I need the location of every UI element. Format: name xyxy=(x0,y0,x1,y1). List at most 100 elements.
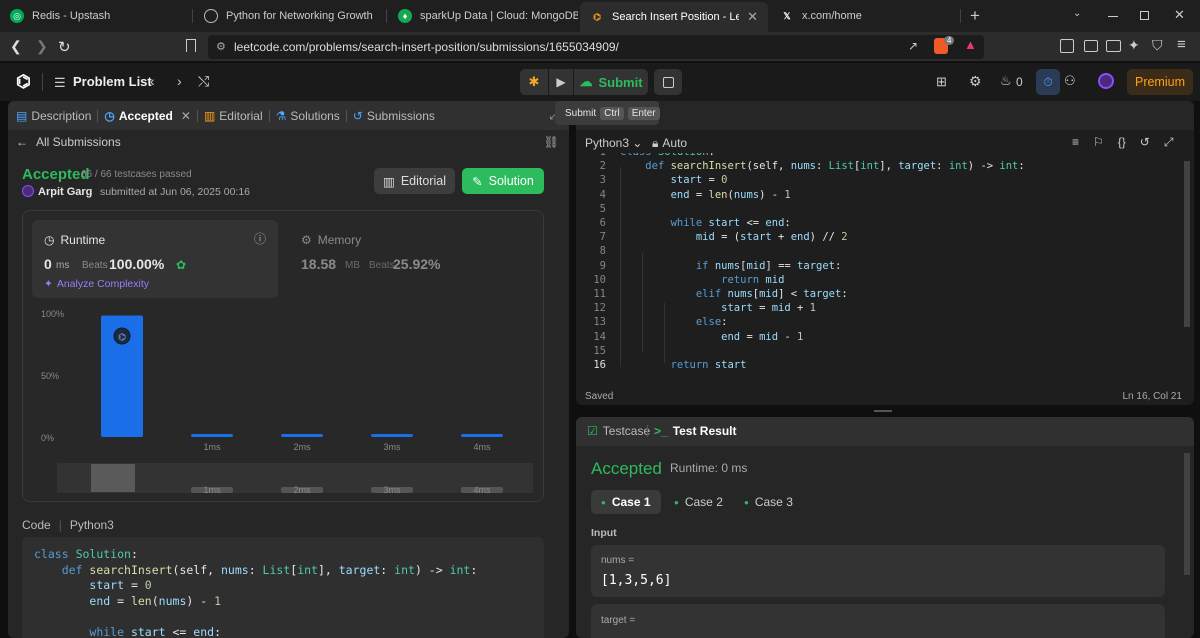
code-editor-panel: Python3 ⌄ 🔒︎Auto ≡ ⚐ {} ↺ ⤢ 1 class Solut… xyxy=(576,101,1194,405)
braces-icon[interactable]: {} xyxy=(1118,135,1126,150)
submission-panel: ▤ Description ◷ Accepted ✕ ▥ Editorial ⚗ Solu… xyxy=(8,101,569,638)
settings-gear-icon[interactable]: ⚙ xyxy=(969,73,982,90)
browser-tab-mongodb[interactable]: ♦ sparkUp Data | Cloud: MongoDB Clou xyxy=(388,0,578,32)
site-settings-icon[interactable]: ⚙ xyxy=(216,40,226,53)
close-window-icon[interactable]: ✕ xyxy=(1174,7,1185,23)
problem-list-link[interactable]: Problem List xyxy=(73,74,152,89)
leetcode-icon: ⌬ xyxy=(593,11,601,22)
tooltip-key-enter: Enter xyxy=(627,106,660,120)
editor-scrollbar[interactable] xyxy=(1184,161,1190,327)
tab-editorial[interactable]: ▥ Editorial xyxy=(204,109,263,123)
premium-button[interactable]: Premium xyxy=(1127,69,1193,95)
line-number: 8 xyxy=(599,245,606,258)
minimap-label: 2ms xyxy=(293,485,311,495)
browser-tab-leetcode[interactable]: ⌬ Search Insert Position - LeetCode ✕ xyxy=(580,2,768,32)
avatar[interactable] xyxy=(1098,73,1114,89)
leetcode-navbar: ⌬ ☰ Problem List ‹ › ⤭ ✱ ▶ ☁ Submit ⊞ ⚙ … xyxy=(0,63,1200,101)
note-icon xyxy=(662,76,674,88)
link-icon[interactable]: ⛓ xyxy=(544,135,559,149)
url-bar[interactable]: ⚙ leetcode.com/problems/search-insert-po… xyxy=(208,35,984,59)
chevron-down-icon[interactable]: ⌄ xyxy=(1073,8,1081,19)
case-tab-2[interactable]: ● Case 2 xyxy=(664,490,733,514)
indent-guide xyxy=(642,253,643,353)
browser-tab-strip: ◎ Redis - Upstash Python for Networking … xyxy=(0,0,1200,32)
browser-tab-upstash[interactable]: ◎ Redis - Upstash xyxy=(0,0,190,32)
extensions-icon[interactable] xyxy=(1060,39,1074,53)
chart-bar-3ms[interactable] xyxy=(371,434,413,437)
line-number: 3 xyxy=(599,174,606,187)
reload-icon[interactable]: ↻ xyxy=(58,38,71,56)
tab-accepted[interactable]: ◷ Accepted ✕ xyxy=(104,109,191,123)
prev-problem-icon[interactable]: ‹ xyxy=(150,73,155,89)
language-select[interactable]: Python3 ⌄ xyxy=(585,136,642,150)
range-slider-handle[interactable] xyxy=(91,464,135,492)
bookmark-icon[interactable] xyxy=(186,39,196,52)
tab-label: Description xyxy=(31,108,92,123)
tab-submissions[interactable]: ↺ Submissions xyxy=(353,109,435,123)
left-panel-tabs: ▤ Description ◷ Accepted ✕ ▥ Editorial ⚗ Solu… xyxy=(8,101,569,130)
run-button[interactable]: ▶ xyxy=(549,69,573,95)
minimize-icon[interactable] xyxy=(1108,16,1118,17)
line-code: if nums[mid] == target: xyxy=(695,259,842,272)
result-scrollbar[interactable] xyxy=(1184,453,1190,575)
notes-button[interactable] xyxy=(654,69,682,95)
editorial-button[interactable]: ▥ Editorial xyxy=(374,168,455,194)
url-text: leetcode.com/problems/search-insert-posi… xyxy=(234,40,619,54)
layout-grid-icon[interactable]: ⊞ xyxy=(936,74,947,90)
author-avatar[interactable] xyxy=(22,185,34,197)
wallet-icon[interactable] xyxy=(1106,40,1121,52)
line-number: 10 xyxy=(593,273,606,286)
share-icon[interactable]: ↗ xyxy=(908,39,918,53)
brave-rewards-icon[interactable]: ▲ xyxy=(964,37,977,52)
line-code: elif nums[mid] < target: xyxy=(695,288,848,300)
new-tab-button[interactable]: + xyxy=(970,6,980,26)
sidebar-icon[interactable] xyxy=(1084,40,1098,52)
leetcode-marker-icon: ⌬ xyxy=(118,332,126,342)
forward-arrow-icon[interactable]: ❯ xyxy=(36,38,48,55)
browser-tab-x[interactable]: 𝕏 x.com/home xyxy=(770,0,958,32)
case-label: Case 2 xyxy=(684,495,723,509)
auto-mode[interactable]: 🔒︎ Auto xyxy=(652,136,687,151)
minimap-label: 4ms xyxy=(473,485,491,495)
timer-icon[interactable]: ⏱ xyxy=(1036,69,1060,95)
line-code: while start <= end: xyxy=(670,217,791,229)
author-name[interactable]: Arpit Garg xyxy=(38,186,92,198)
all-submissions-link[interactable]: ← All Submissions xyxy=(16,135,121,149)
line-number: 14 xyxy=(593,330,606,343)
format-icon[interactable]: ≡ xyxy=(1072,135,1079,150)
tab-description[interactable]: ▤ Description xyxy=(16,109,91,123)
close-tab-icon[interactable]: ✕ xyxy=(181,109,191,123)
bookmark-icon[interactable]: ⚐ xyxy=(1093,135,1104,150)
resize-handle[interactable] xyxy=(874,410,892,412)
streak-flame-icon[interactable]: ♨ xyxy=(1000,73,1012,89)
leo-ai-icon[interactable]: ✦ xyxy=(1128,37,1140,54)
chart-bar-1ms[interactable] xyxy=(191,434,233,437)
next-problem-icon[interactable]: › xyxy=(177,73,182,89)
chart-bar-4ms[interactable] xyxy=(461,434,503,437)
browser-tab-python-networking[interactable]: Python for Networking Growth xyxy=(194,0,386,32)
shuffle-icon[interactable]: ⤭ xyxy=(198,73,209,90)
back-arrow-icon[interactable]: ❮ xyxy=(10,38,22,55)
chart-bar-2ms[interactable] xyxy=(281,434,323,437)
tab-test-result[interactable]: >_ Test Result xyxy=(654,424,736,438)
close-tab-icon[interactable]: ✕ xyxy=(747,9,758,25)
back-arrow-icon: ← xyxy=(16,135,28,149)
tooltip-key-ctrl: Ctrl xyxy=(600,106,624,120)
expand-icon[interactable]: ⤢ xyxy=(1164,135,1174,150)
pass-dot-icon: ● xyxy=(744,497,749,507)
restore-icon[interactable] xyxy=(1140,11,1149,20)
leetcode-logo[interactable]: ⌬ xyxy=(16,72,31,92)
add-user-icon[interactable]: ⚇ xyxy=(1064,73,1076,89)
case-tab-1[interactable]: ● Case 1 xyxy=(591,490,661,514)
submit-button[interactable]: ☁ Submit xyxy=(574,69,648,95)
code-editor[interactable]: 1 class Solution: 2 def searchInsert(self,… xyxy=(576,153,1194,375)
reset-icon[interactable]: ↺ xyxy=(1140,135,1150,150)
case-tab-3[interactable]: ● Case 3 xyxy=(734,490,803,514)
menu-icon[interactable]: ≡ xyxy=(1177,36,1186,53)
tab-testcase[interactable]: ☑ Testcase xyxy=(587,424,650,438)
vpn-icon[interactable]: ⛉ xyxy=(1152,37,1163,54)
debug-icon[interactable]: ✱ xyxy=(520,69,548,95)
tab-solutions[interactable]: ⚗ Solutions xyxy=(276,109,340,123)
line-number: 13 xyxy=(593,316,606,329)
solution-button[interactable]: ✎ Solution xyxy=(462,168,544,194)
